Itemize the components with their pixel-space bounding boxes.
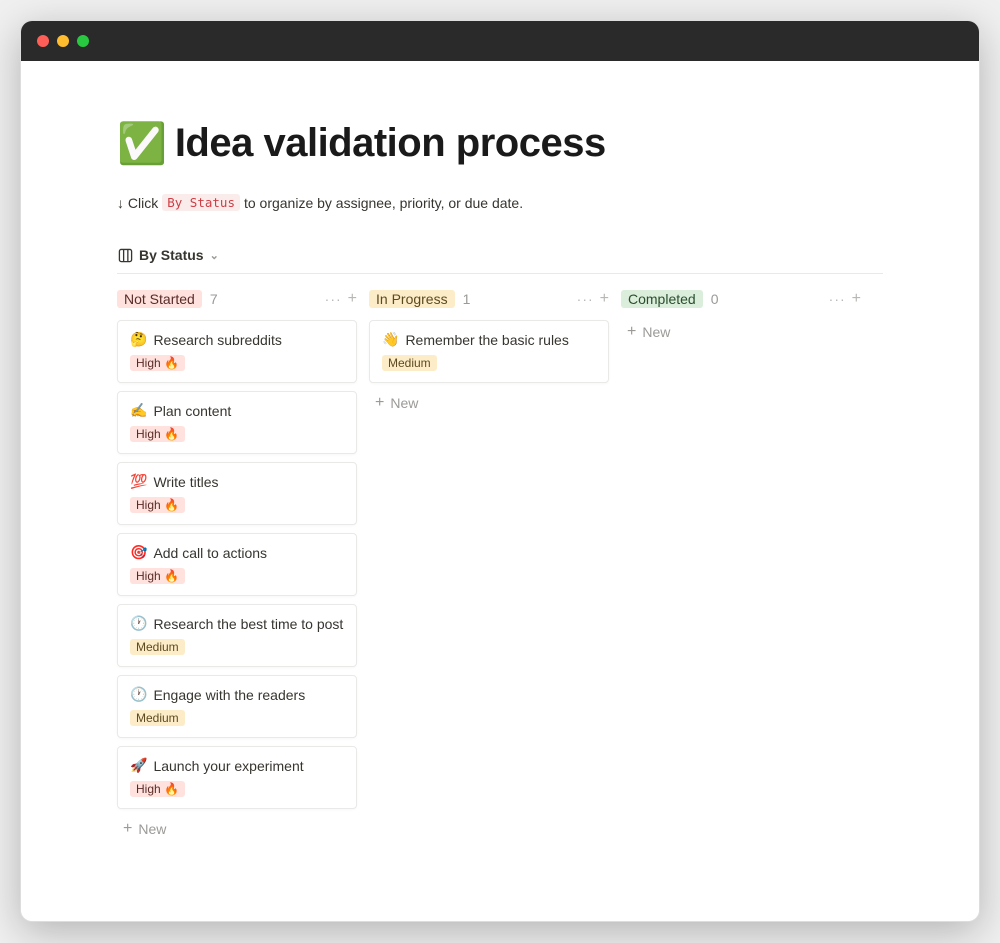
page-emoji-icon[interactable]: ✅ <box>117 124 167 164</box>
plus-icon: + <box>627 324 636 340</box>
column-actions: ··· + <box>829 291 861 307</box>
card[interactable]: 🎯 Add call to actions High 🔥 <box>117 533 357 596</box>
window-titlebar <box>21 21 979 61</box>
view-switcher[interactable]: By Status ⌄ <box>117 247 883 274</box>
new-card-button[interactable]: + New <box>621 320 861 344</box>
subtitle-prefix: ↓ Click <box>117 195 158 211</box>
plus-icon: + <box>375 395 384 411</box>
card-emoji-icon: 🚀 <box>130 757 147 774</box>
card[interactable]: 🤔 Research subreddits High 🔥 <box>117 320 357 383</box>
card-title-text: Write titles <box>153 474 218 490</box>
column-not_started: Not Started 7 ··· + 🤔 Research subreddits High… <box>117 288 357 841</box>
column-count: 0 <box>711 291 719 307</box>
card-emoji-icon: 🕐 <box>130 615 147 632</box>
board: Not Started 7 ··· + 🤔 Research subreddits High… <box>117 288 883 841</box>
subtitle-pill: By Status <box>162 194 240 211</box>
window-maximize-button[interactable] <box>77 35 89 47</box>
column-in_progress: In Progress 1 ··· + 👋 Remember the basic rule… <box>369 288 609 415</box>
new-card-label: New <box>390 395 418 411</box>
card-title: 💯 Write titles <box>130 473 344 490</box>
chevron-down-icon: ⌄ <box>210 249 219 262</box>
column-header: Completed 0 ··· + <box>621 288 861 310</box>
card-title-text: Add call to actions <box>153 545 267 561</box>
card-title-text: Engage with the readers <box>153 687 305 703</box>
column-header: In Progress 1 ··· + <box>369 288 609 310</box>
column-count: 1 <box>463 291 471 307</box>
column-header: Not Started 7 ··· + <box>117 288 357 310</box>
priority-tag: Medium <box>130 639 185 655</box>
card[interactable]: ✍️ Plan content High 🔥 <box>117 391 357 454</box>
more-icon[interactable]: ··· <box>325 292 342 306</box>
page-title-text[interactable]: Idea validation process <box>175 121 606 166</box>
new-card-button[interactable]: + New <box>369 391 609 415</box>
page-content: ✅ Idea validation process ↓ Click By Sta… <box>21 61 979 921</box>
column-label[interactable]: In Progress <box>369 290 455 308</box>
priority-tag: Medium <box>382 355 437 371</box>
new-card-label: New <box>642 324 670 340</box>
new-card-button[interactable]: + New <box>117 817 357 841</box>
card[interactable]: 🚀 Launch your experiment High 🔥 <box>117 746 357 809</box>
card-emoji-icon: 🤔 <box>130 331 147 348</box>
add-card-icon[interactable]: + <box>600 291 609 307</box>
window-close-button[interactable] <box>37 35 49 47</box>
column-actions: ··· + <box>325 291 357 307</box>
add-card-icon[interactable]: + <box>852 291 861 307</box>
view-label: By Status <box>139 247 204 263</box>
card-emoji-icon: 🎯 <box>130 544 147 561</box>
more-icon[interactable]: ··· <box>829 292 846 306</box>
card-emoji-icon: 🕐 <box>130 686 147 703</box>
card-title: 🎯 Add call to actions <box>130 544 344 561</box>
priority-tag: High 🔥 <box>130 781 185 797</box>
card[interactable]: 👋 Remember the basic rules Medium <box>369 320 609 383</box>
card-title-text: Remember the basic rules <box>405 332 568 348</box>
page-subtitle: ↓ Click By Status to organize by assigne… <box>117 194 883 211</box>
card[interactable]: 💯 Write titles High 🔥 <box>117 462 357 525</box>
column-label[interactable]: Not Started <box>117 290 202 308</box>
board-icon <box>117 247 133 263</box>
card-title-text: Launch your experiment <box>153 758 303 774</box>
page-title: ✅ Idea validation process <box>117 121 883 166</box>
column-completed: Completed 0 ··· + + New <box>621 288 861 344</box>
app-window: ✅ Idea validation process ↓ Click By Sta… <box>20 20 980 922</box>
priority-tag: High 🔥 <box>130 497 185 513</box>
priority-tag: High 🔥 <box>130 568 185 584</box>
card-emoji-icon: 👋 <box>382 331 399 348</box>
card-title: ✍️ Plan content <box>130 402 344 419</box>
card-title: 👋 Remember the basic rules <box>382 331 596 348</box>
priority-tag: High 🔥 <box>130 355 185 371</box>
card-emoji-icon: 💯 <box>130 473 147 490</box>
column-actions: ··· + <box>577 291 609 307</box>
column-count: 7 <box>210 291 218 307</box>
card-title: 🚀 Launch your experiment <box>130 757 344 774</box>
subtitle-suffix: to organize by assignee, priority, or du… <box>244 195 523 211</box>
column-label[interactable]: Completed <box>621 290 703 308</box>
card[interactable]: 🕐 Research the best time to post Medium <box>117 604 357 667</box>
priority-tag: Medium <box>130 710 185 726</box>
card-title: 🤔 Research subreddits <box>130 331 344 348</box>
card-emoji-icon: ✍️ <box>130 402 147 419</box>
priority-tag: High 🔥 <box>130 426 185 442</box>
card-title: 🕐 Research the best time to post <box>130 615 344 632</box>
add-card-icon[interactable]: + <box>348 291 357 307</box>
card[interactable]: 🕐 Engage with the readers Medium <box>117 675 357 738</box>
plus-icon: + <box>123 821 132 837</box>
card-title-text: Research subreddits <box>153 332 281 348</box>
card-title-text: Research the best time to post <box>153 616 343 632</box>
new-card-label: New <box>138 821 166 837</box>
card-title-text: Plan content <box>153 403 231 419</box>
card-title: 🕐 Engage with the readers <box>130 686 344 703</box>
window-minimize-button[interactable] <box>57 35 69 47</box>
more-icon[interactable]: ··· <box>577 292 594 306</box>
